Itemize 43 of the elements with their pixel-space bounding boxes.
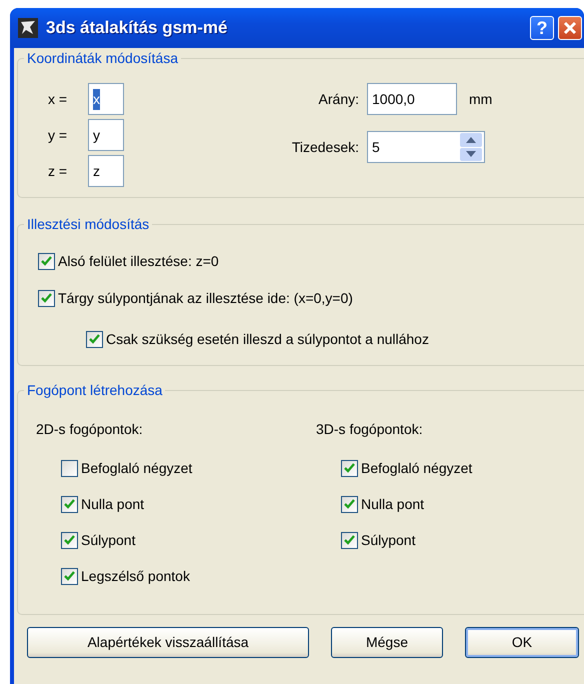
checkbox-label: Súlypont: [81, 530, 136, 550]
axis-label: y =: [48, 126, 68, 145]
checkbox-label: Nulla pont: [361, 494, 424, 514]
checkbox[interactable]: [38, 252, 55, 270]
axis-label: z =: [48, 162, 68, 180]
checkbox-label: Nulla pont: [81, 494, 144, 514]
checkbox[interactable]: [341, 532, 358, 548]
checkbox-label: Csak szükség esetén illeszd a súlypontot a nullához: [106, 330, 429, 349]
checkbox[interactable]: [61, 568, 78, 584]
help-button[interactable]: ?: [530, 16, 554, 40]
close-icon: [563, 21, 577, 35]
checkbox[interactable]: [341, 496, 358, 512]
app-icon: [18, 18, 38, 38]
checkbox[interactable]: [61, 496, 78, 512]
decimals-spinner[interactable]: 5: [367, 131, 485, 163]
axis-field[interactable]: y: [88, 119, 124, 151]
down-arrow-icon: [466, 151, 476, 158]
window-title: 3ds átalakítás gsm-mé: [46, 17, 228, 40]
axis-field[interactable]: z: [88, 155, 124, 187]
decimals-label: Tizedesek:: [290, 138, 359, 156]
checkbox-label: Befoglaló négyzet: [361, 458, 472, 478]
dialog-button[interactable]: Mégse: [331, 627, 443, 658]
checkbox-label: Súlypont: [361, 530, 416, 550]
dialog-button[interactable]: OK: [465, 627, 579, 658]
checkbox[interactable]: [38, 290, 55, 306]
checkbox-label: Legszélső pontok: [81, 566, 190, 586]
unit-label: mm: [469, 90, 492, 108]
scale-field[interactable]: 1000,0: [367, 83, 457, 115]
checkbox[interactable]: [61, 460, 78, 476]
checkbox-label: Tárgy súlypontjának az illesztése ide: (x=0,y=0): [58, 288, 353, 308]
axis-label: x =: [48, 90, 68, 108]
checkbox-label: Befoglaló négyzet: [81, 458, 192, 478]
up-arrow-icon: [466, 136, 476, 143]
checkbox[interactable]: [86, 330, 103, 348]
column-heading: 3D-s fogópontok:: [316, 420, 424, 439]
checkbox-label: Alsó felület illesztése: z=0: [58, 252, 219, 270]
close-button[interactable]: [558, 16, 582, 40]
scale-label: Arány:: [318, 90, 359, 109]
axis-field[interactable]: x: [88, 83, 124, 115]
column-heading: 2D-s fogópontok:: [36, 420, 144, 439]
checkbox[interactable]: [341, 460, 358, 476]
checkbox[interactable]: [61, 532, 78, 548]
dialog-button[interactable]: Alapértékek visszaállítása: [27, 627, 309, 658]
